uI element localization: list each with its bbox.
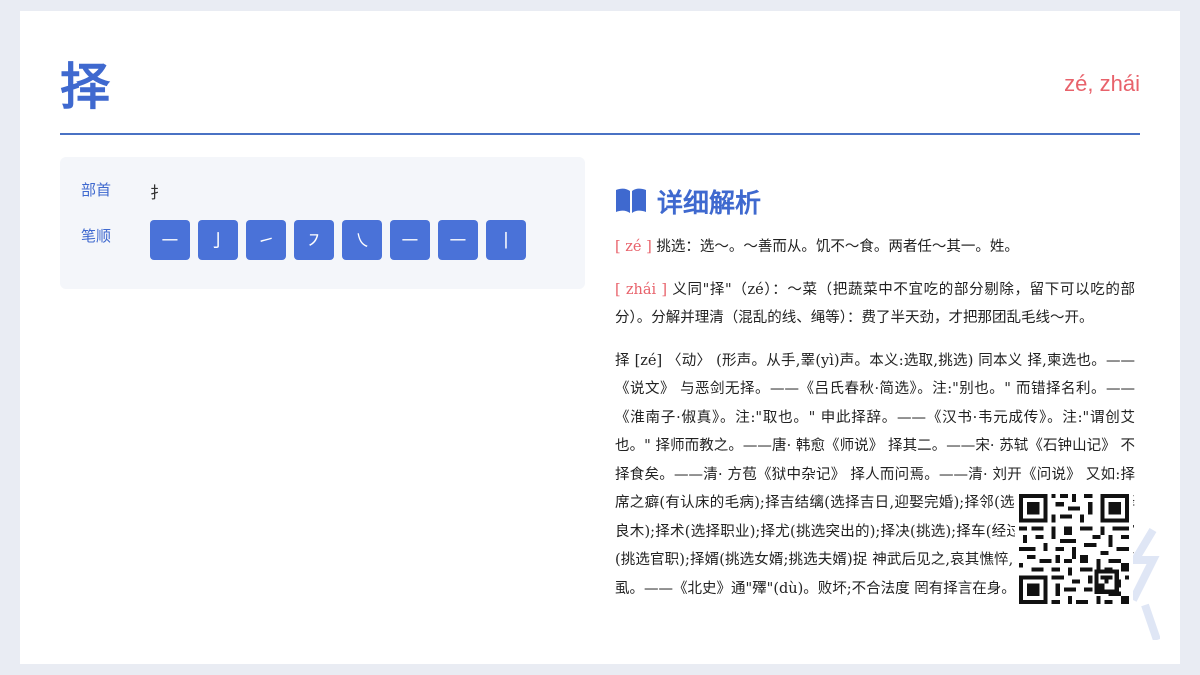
strokes-label: 笔顺 [81,227,112,245]
stroke-button[interactable]: ㇇ [294,220,334,260]
pinyin-title: zé, zhái [1064,71,1140,96]
entry-pronunciation: [ zé ] [615,239,652,255]
stroke-button[interactable]: 丨 [486,220,526,260]
stroke-button[interactable]: 亅 [198,220,238,260]
definition-entry: [ zhái ] 义同"择"（zé）：～菜（把蔬菜中不宜吃的部分剔除，留下可以吃… [615,276,1135,333]
definition-entry: [ zé ] 挑选：选～。～善而从。饥不～食。两者任～其一。姓。 [615,233,1135,262]
page-header: 择 zé, zhái [60,59,1140,135]
stroke-button[interactable]: ㇐ [438,220,478,260]
qr-code-icon[interactable] [1015,490,1133,608]
character-title: 择 [60,57,110,116]
open-book-icon [616,188,646,213]
entry-pronunciation: [ zhái ] [615,281,668,298]
radical-value: 扌 [150,183,167,202]
stroke-button[interactable]: ㇐ [390,220,430,260]
detail-heading: 详细解析 [615,181,1135,221]
stroke-button[interactable]: ㇏ [342,220,382,260]
radical-label: 部首 [81,181,112,199]
stroke-button[interactable]: ㇀ [246,220,286,260]
detail-title: 详细解析 [657,188,762,219]
entry-text: 义同"择"（zé）：～菜（把蔬菜中不宜吃的部分剔除，留下可以吃的部分）。分解并理… [615,281,1135,327]
character-info-panel: 部首 扌 笔顺 ㇐ 亅 ㇀ ㇇ ㇏ ㇐ ㇐ 丨 [60,157,585,289]
entry-text: 挑选：选～。～善而从。饥不～食。两者任～其一。姓。 [651,239,1019,255]
stroke-button[interactable]: ㇐ [150,220,190,260]
stroke-order-list: ㇐ 亅 ㇀ ㇇ ㇏ ㇐ ㇐ 丨 [150,220,534,260]
